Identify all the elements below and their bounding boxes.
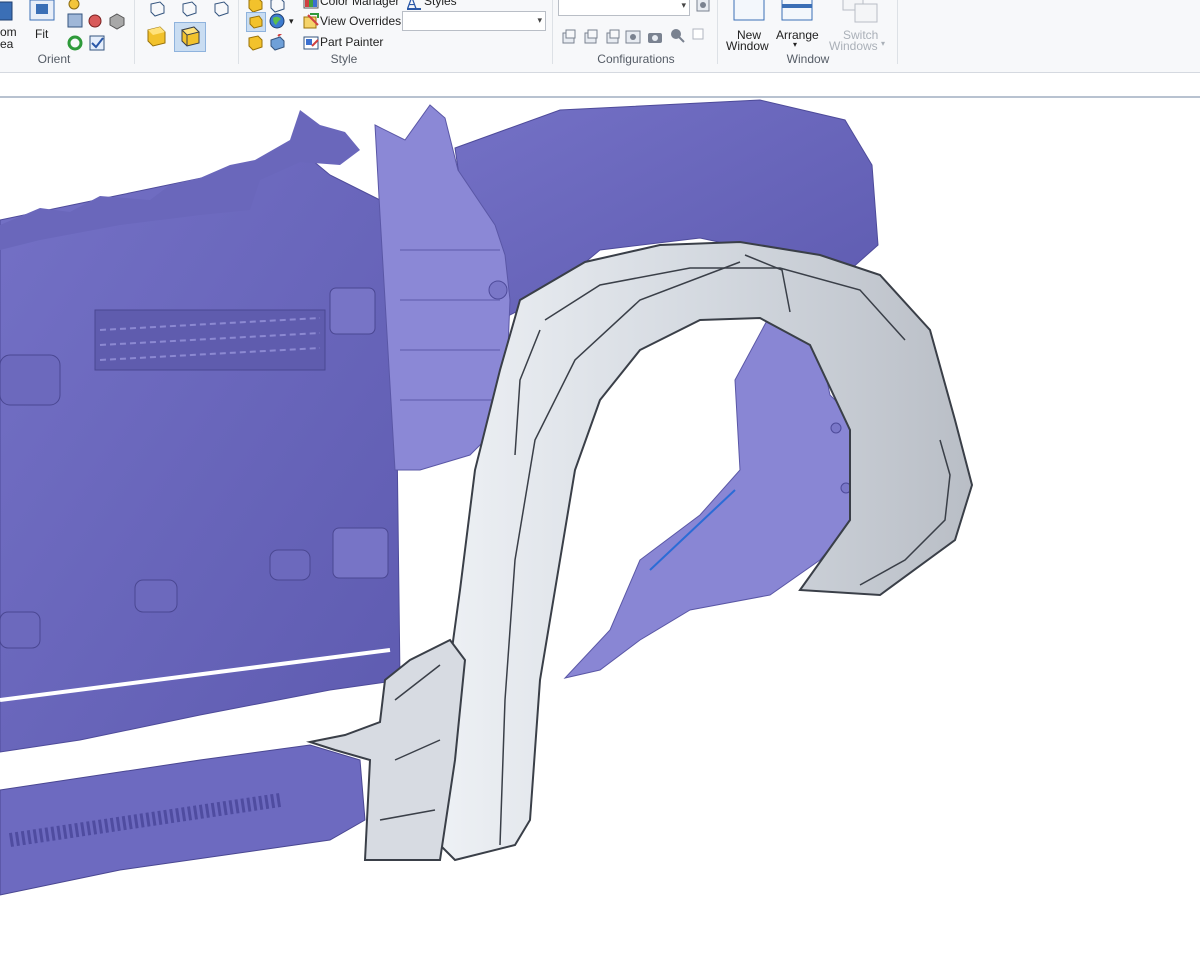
shaded-edges-icon[interactable] [212, 0, 230, 18]
style-combo[interactable]: ▾ [402, 11, 546, 31]
shaded-icon[interactable] [144, 24, 168, 48]
wireframe-icon[interactable] [148, 0, 166, 18]
delete-configuration-icon[interactable] [604, 28, 622, 46]
color-manager-icon[interactable] [302, 0, 320, 12]
fit-label[interactable]: Fit [35, 27, 48, 41]
zoom-area-icon[interactable] [0, 0, 16, 24]
render-icon[interactable] [268, 34, 286, 52]
refresh-view-icon[interactable] [66, 34, 84, 52]
part-painter-icon[interactable] [302, 34, 320, 52]
separator [134, 0, 135, 64]
snapshot-icon[interactable] [668, 26, 686, 44]
chevron-down-icon: ▾ [681, 0, 686, 10]
add-configuration-icon[interactable] [560, 28, 578, 46]
view-overrides-label[interactable]: View Overrides [320, 14, 401, 28]
decal-icon[interactable] [246, 34, 264, 52]
configurations-combo[interactable]: ▾ [558, 0, 690, 16]
scene-dropdown-arrow[interactable]: ▾ [289, 16, 294, 27]
styles-label[interactable]: Styles [424, 0, 457, 8]
separator [238, 0, 239, 64]
scene-icon[interactable] [268, 12, 286, 30]
normal-to-icon[interactable] [66, 12, 84, 30]
rotate-view-icon[interactable] [86, 12, 104, 30]
explode-configuration-icon[interactable] [624, 28, 642, 46]
chevron-down-icon: ▾ [537, 15, 542, 25]
hidden-lines-icon[interactable] [180, 0, 198, 18]
arrange-dropdown-arrow[interactable]: ▾ [793, 40, 797, 49]
material-icon[interactable] [246, 12, 266, 32]
switch-windows-label-2: Windows [829, 39, 878, 53]
arrange-icon[interactable] [781, 0, 813, 22]
style-group-label: Style [330, 52, 358, 66]
switch-windows-icon [842, 0, 878, 24]
new-window-icon[interactable] [733, 0, 765, 22]
select-view-icon[interactable] [88, 34, 106, 52]
separator [552, 0, 553, 64]
configuration-checkbox[interactable] [692, 28, 704, 40]
zoom-area-label[interactable]: om ea [0, 26, 17, 50]
model-view[interactable] [0, 98, 1200, 968]
edit-configuration-icon[interactable] [582, 28, 600, 46]
arrange-label[interactable]: Arrange [776, 28, 819, 42]
configuration-settings-icon[interactable] [694, 0, 712, 14]
separator [717, 0, 718, 64]
part-painter-label[interactable]: Part Painter [320, 35, 383, 49]
camera-icon[interactable] [646, 28, 664, 46]
view-cube-icon[interactable] [108, 12, 126, 30]
new-window-label-2[interactable]: Window [726, 39, 769, 53]
separator [897, 0, 898, 64]
color-manager-label[interactable]: Color Manager [320, 0, 399, 8]
scan-mesh-running-board [0, 744, 366, 896]
graphics-viewport[interactable] [0, 98, 1200, 968]
view-overrides-icon[interactable] [302, 12, 320, 30]
scan-mesh-side-panel [0, 149, 401, 753]
configurations-group-label: Configurations [597, 52, 675, 66]
ribbon: om ea Fit Orient ▾ Color Manager A Style… [0, 0, 1200, 73]
switch-windows-dropdown-arrow: ▾ [881, 39, 886, 48]
window-group-label: Window [786, 52, 830, 66]
orient-group-label: Orient [37, 52, 71, 66]
fit-icon[interactable] [28, 0, 56, 22]
shaded-with-edges-icon[interactable] [174, 22, 206, 52]
